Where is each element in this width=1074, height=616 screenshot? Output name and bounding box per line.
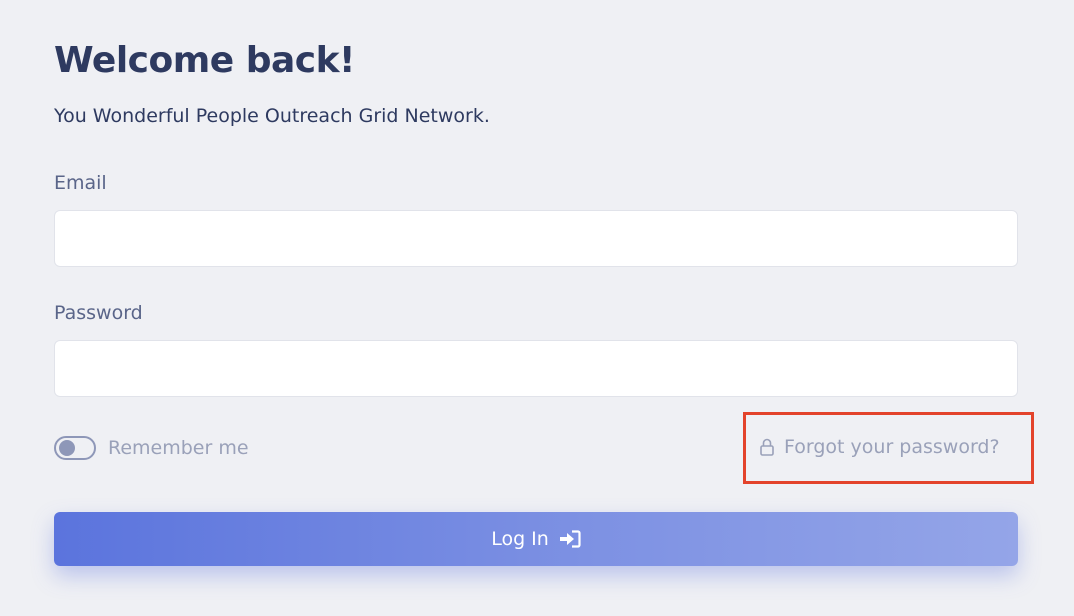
forgot-password-link[interactable]: Forgot your password?: [760, 436, 1000, 458]
remember-me-toggle[interactable]: Remember me: [54, 436, 249, 460]
password-field[interactable]: [54, 340, 1018, 397]
remember-me-label: Remember me: [108, 437, 249, 459]
lock-icon: [760, 437, 774, 457]
page-subtitle: You Wonderful People Outreach Grid Netwo…: [54, 105, 490, 127]
page-title: Welcome back!: [54, 40, 355, 81]
login-button-label: Log In: [491, 528, 549, 550]
email-label: Email: [54, 172, 107, 194]
toggle-knob: [59, 440, 75, 456]
password-label: Password: [54, 302, 143, 324]
forgot-password-label: Forgot your password?: [784, 436, 1000, 458]
email-field[interactable]: [54, 210, 1018, 267]
toggle-switch[interactable]: [54, 436, 96, 460]
login-page: Welcome back! You Wonderful People Outre…: [0, 0, 1074, 616]
login-button[interactable]: Log In: [54, 512, 1018, 566]
sign-in-icon: [559, 530, 581, 548]
